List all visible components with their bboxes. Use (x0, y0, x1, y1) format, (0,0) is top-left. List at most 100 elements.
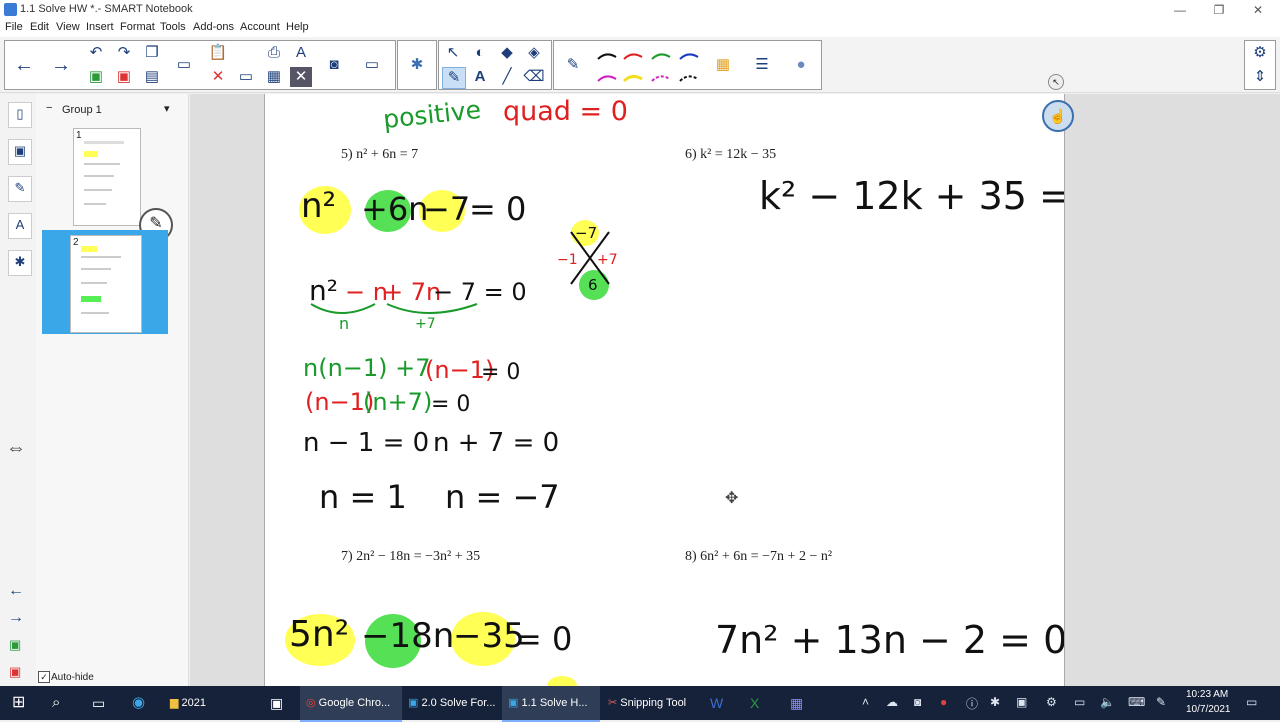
pen-workspace-icon[interactable]: ✎ (1156, 695, 1166, 709)
menu-file[interactable]: File (5, 21, 23, 33)
page-sorter: − Group 1 ▾ 1 ✎ 2 ✓ Auto-hide (36, 94, 189, 690)
hand-cursor-icon[interactable]: ☝ (1042, 100, 1074, 132)
tray-settings-icon[interactable]: ⚙ (1046, 695, 1057, 709)
properties-icon[interactable]: A (8, 213, 32, 239)
notifications-icon[interactable]: ▭ (1246, 695, 1257, 709)
menu-format[interactable]: Format (120, 21, 155, 33)
menu-tools[interactable]: Tools (160, 21, 186, 33)
network-icon[interactable]: ▭ (1074, 695, 1085, 709)
attachments-icon[interactable]: ✎ (8, 176, 32, 202)
add-page-icon[interactable]: ❐ (141, 43, 163, 63)
windows-start-icon[interactable]: ⊞ (12, 686, 25, 720)
select-icon[interactable]: ↖ (442, 43, 464, 63)
page-sorter-icon[interactable]: ▯ (8, 102, 32, 128)
taskbar-item-notebook-2[interactable]: ▣ 2.0 Solve For... (402, 686, 504, 720)
page-thumbnail-1[interactable]: 1 (73, 128, 141, 226)
move-toolbar-icon[interactable]: ⇕ (1249, 67, 1271, 87)
redo-icon[interactable]: ↷ (113, 43, 135, 63)
notebook-page[interactable]: positive quad = 0 5) n² + 6n = 7 6) k² =… (264, 94, 1065, 686)
menu-addons[interactable]: Add-ons (193, 21, 234, 33)
sidebar-add-page-icon[interactable]: ▣ (9, 637, 21, 653)
menu-view[interactable]: View (56, 21, 80, 33)
taskbar-item-chrome[interactable]: ◎ Google Chro... (300, 686, 402, 722)
group-collapse-icon[interactable]: − (46, 102, 52, 114)
addons-icon[interactable]: ✱ (8, 250, 32, 276)
taskbar: ⊞ ⌕ ▭ ◉ ▆ 2021 ▣ ◎ Google Chro... ▣ 2.0 … (0, 686, 1280, 722)
eraser-icon[interactable]: ⌫ (523, 67, 545, 87)
ink-p5-line3-rest: = 0 (481, 360, 521, 385)
tray-record-icon[interactable]: ● (940, 695, 947, 709)
search-icon[interactable]: ⌕ (52, 686, 60, 720)
screen-shade-icon[interactable]: ▭ (173, 55, 195, 75)
store-icon[interactable]: ▣ (270, 686, 283, 720)
taskbar-item-notebook-1[interactable]: ▣ 1.1 Solve H... (502, 686, 600, 722)
taskbar-item-folder[interactable]: ▆ 2021 (162, 686, 256, 720)
fill-effects-icon[interactable]: ● (790, 55, 812, 75)
gear-icon[interactable]: ⚙ (1249, 43, 1271, 63)
calculator-icon[interactable]: ▦ (790, 686, 803, 720)
paint-bucket-icon[interactable]: ◈ (523, 43, 545, 63)
fill-icon[interactable]: ◆ (496, 43, 518, 63)
pen-tool-icon[interactable]: ✎ (562, 55, 584, 75)
delete-icon[interactable]: ✕ (207, 67, 229, 87)
toolbar-group-main: ← → ↶ ↷ ❐ ▣ ▣ ▤ ▭ 📋 ✕ ▭ ⎙ A ▦ ✕ ◙ ▭ (4, 40, 396, 90)
clock-time[interactable]: 10:23 AM (1186, 689, 1228, 700)
resize-arrows-icon[interactable]: ⇔ (6, 437, 26, 460)
tray-app-icon[interactable]: ◙ (914, 695, 921, 709)
print-icon[interactable]: ⎙ (263, 43, 285, 63)
keyboard-icon[interactable]: ⌨ (1128, 695, 1145, 709)
excel-icon[interactable]: X (750, 686, 759, 720)
onedrive-icon[interactable]: ☁ (886, 695, 898, 709)
menu-help[interactable]: Help (286, 21, 309, 33)
autohide-checkbox[interactable]: ✓ (38, 671, 50, 683)
autohide-label: Auto-hide (51, 672, 94, 683)
line-icon[interactable]: ╱ (496, 67, 518, 87)
word-icon[interactable]: W (710, 686, 723, 720)
camera-icon[interactable]: ◙ (323, 55, 345, 75)
volume-icon[interactable]: 🔈 (1100, 695, 1115, 709)
pen-colors[interactable] (594, 45, 714, 89)
ink-p8-line1: 7n² + 13n − 2 = 0 (715, 618, 1065, 662)
page-thumbnail-2[interactable]: 2 (70, 235, 142, 333)
save-icon[interactable]: ▤ (141, 67, 163, 87)
select-cursor-icon[interactable]: ↖ (1048, 74, 1064, 90)
toolbar-group-pens: ✎ ▦ ☰ ● (553, 40, 822, 90)
problem-7: 7) 2n² − 18n = −3n² + 35 (341, 549, 481, 564)
previous-page-icon[interactable]: ← (13, 55, 35, 75)
undo-icon[interactable]: ↶ (85, 43, 107, 63)
next-page-icon[interactable]: → (50, 55, 72, 75)
delete-page-icon[interactable]: ▣ (113, 67, 135, 87)
tray-overflow-icon[interactable]: ˄ (862, 695, 869, 709)
bluetooth-icon[interactable]: ✱ (990, 695, 1000, 709)
new-file-icon[interactable]: ▣ (85, 67, 107, 87)
maximize-button[interactable]: ❐ (1209, 2, 1229, 18)
puzzle-icon[interactable]: ✱ (406, 55, 428, 75)
text-icon[interactable]: A (469, 67, 491, 87)
clear-icon[interactable]: ✕ (290, 67, 312, 87)
info-icon[interactable]: ⓘ (966, 695, 978, 712)
minimize-button[interactable]: — (1170, 2, 1190, 18)
task-view-icon[interactable]: ▭ (92, 686, 105, 720)
gallery-icon[interactable]: ▣ (8, 139, 32, 165)
table-icon[interactable]: ▦ (263, 67, 285, 87)
sidebar-next-icon[interactable]: → (8, 609, 24, 627)
group-dropdown-icon[interactable]: ▾ (164, 102, 170, 115)
spell-check-icon[interactable]: A (290, 43, 312, 63)
edge-icon[interactable]: ◉ (132, 686, 145, 720)
color-palette-icon[interactable]: ▦ (712, 55, 734, 75)
paste-icon[interactable]: 📋 (207, 43, 229, 63)
tray-monitor-icon[interactable]: ▣ (1016, 695, 1027, 709)
menu-edit[interactable]: Edit (30, 21, 49, 33)
shapes-icon[interactable]: ◐ (469, 43, 491, 63)
document-camera-icon[interactable]: ▭ (361, 55, 383, 75)
close-button[interactable]: ✕ (1248, 2, 1268, 18)
display-icon[interactable]: ▭ (235, 67, 257, 87)
clock-date[interactable]: 10/7/2021 (1186, 704, 1231, 715)
line-style-icon[interactable]: ☰ (751, 55, 773, 75)
taskbar-item-snipping[interactable]: ✂ Snipping Tool (602, 686, 704, 720)
menu-account[interactable]: Account (240, 21, 280, 33)
sidebar-previous-icon[interactable]: ← (8, 582, 24, 600)
sidebar-delete-page-icon[interactable]: ▣ (9, 664, 21, 680)
menu-insert[interactable]: Insert (86, 21, 114, 33)
pens-icon[interactable]: ✎ (442, 67, 466, 89)
